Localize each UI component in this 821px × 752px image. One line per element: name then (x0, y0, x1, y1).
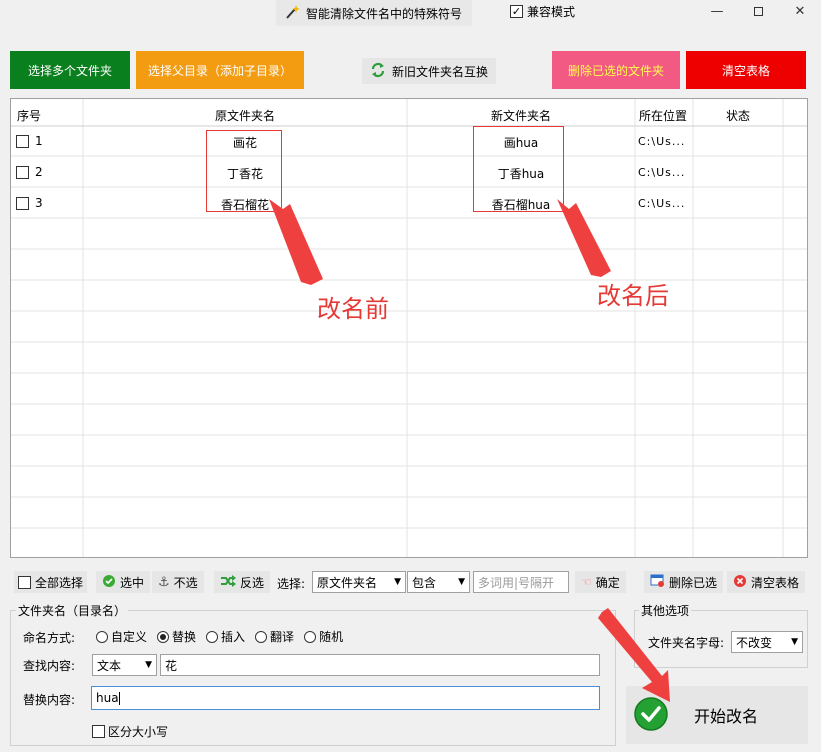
mode-radio-random[interactable]: 随机 (304, 628, 343, 645)
select-parent-button[interactable]: 选择父目录（添加子目录） (136, 51, 304, 89)
match-select-value: 包含 (412, 575, 437, 590)
mode-radio-insert[interactable]: 插入 (206, 628, 245, 645)
radio-icon (96, 630, 108, 643)
mode-label: 命名方式: (23, 631, 76, 645)
compat-mode-checkbox[interactable]: ✓ 兼容模式 (510, 3, 575, 20)
find-label: 查找内容: (23, 659, 76, 673)
before-rename-annotation: 改名前 (317, 295, 389, 323)
select-all-checkbox[interactable]: 全部选择 (14, 570, 88, 594)
shuffle-icon (220, 574, 236, 591)
checkbox-icon (18, 575, 31, 589)
uncheck-label: 不选 (173, 575, 198, 590)
letter-case-select[interactable]: 不改变 ▼ (731, 631, 803, 653)
uncheck-button[interactable]: ⚓ 不选 (152, 570, 204, 594)
case-sensitive-label: 区分大小写 (108, 725, 169, 739)
text-cursor (118, 691, 120, 705)
field-select-value: 原文件夹名 (317, 575, 378, 590)
mode-radio-label: 插入 (221, 630, 246, 644)
replace-label: 替换内容: (23, 693, 76, 707)
find-type-select[interactable]: 文本 ▼ (92, 654, 157, 676)
clear-table-label: 清空表格 (751, 575, 800, 590)
check-circle-icon (102, 574, 116, 591)
radio-icon (304, 630, 317, 643)
clear-table-top-button[interactable]: 清空表格 (686, 51, 806, 89)
field-select[interactable]: 原文件夹名 ▼ (312, 571, 406, 593)
mode-radio-custom[interactable]: 自定义 (96, 628, 147, 645)
refresh-icon (370, 62, 386, 81)
annotation-arrows (269, 199, 611, 285)
replace-input[interactable]: hua (91, 686, 600, 710)
start-rename-label: 开始改名 (694, 707, 759, 726)
checkbox-icon (92, 725, 105, 738)
invert-selection-button[interactable]: 反选 (214, 570, 271, 594)
clear-table-button[interactable]: 清空表格 (727, 570, 806, 594)
delete-selected-label: 删除已选 (669, 575, 718, 590)
mode-radio-label: 翻译 (270, 630, 295, 644)
check-button[interactable]: 选中 (96, 570, 151, 594)
replace-input-value: hua (96, 691, 119, 705)
radio-selected-icon (157, 630, 170, 643)
mode-radio-replace[interactable]: 替换 (157, 628, 196, 645)
letter-case-value: 不改变 (736, 635, 773, 650)
confirm-button[interactable]: ☜ 确定 (575, 570, 626, 594)
radio-icon (206, 630, 219, 643)
mode-radio-label: 随机 (319, 630, 344, 644)
start-button-arrow (598, 608, 670, 702)
select-all-label: 全部选择 (35, 575, 84, 590)
find-type-value: 文本 (97, 658, 122, 673)
app-title: 智能清除文件名中的特殊符号 (306, 6, 463, 21)
app-title-button[interactable]: 智能清除文件名中的特殊符号 (276, 0, 472, 26)
keyword-input-placeholder: 多词用|号隔开 (478, 575, 555, 590)
minimize-button[interactable]: — (702, 0, 732, 22)
rename-group-title: 文件夹名（目录名） (16, 602, 129, 619)
minimize-icon: — (710, 3, 724, 19)
delete-selected-button[interactable]: 删除已选 (644, 570, 724, 594)
case-sensitive-checkbox[interactable]: 区分大小写 (92, 723, 168, 740)
maximize-button[interactable] (743, 0, 773, 22)
maximize-icon (753, 6, 763, 16)
keyword-input[interactable]: 多词用|号隔开 (473, 571, 569, 593)
chevron-down-icon: ▼ (145, 660, 152, 670)
mode-radio-translate[interactable]: 翻译 (255, 628, 294, 645)
after-rename-annotation: 改名后 (597, 282, 669, 310)
anchor-icon: ⚓ (158, 574, 170, 590)
choose-label: 选择: (277, 577, 306, 591)
select-folders-button[interactable]: 选择多个文件夹 (10, 51, 130, 89)
confirm-label: 确定 (595, 575, 620, 590)
match-select[interactable]: 包含 ▼ (407, 571, 470, 593)
mode-radio-group: 自定义 替换 插入 翻译 随机 (96, 628, 343, 645)
close-icon: ✕ (794, 3, 806, 19)
close-window-button[interactable]: ✕ (785, 0, 815, 22)
chevron-down-icon: ▼ (394, 577, 401, 587)
close-circle-icon (733, 574, 747, 591)
checkbox-checked-icon: ✓ (510, 5, 523, 18)
swap-names-button[interactable]: 新旧文件夹名互换 (362, 58, 496, 84)
folder-table: 序号 原文件夹名 新文件夹名 所在位置 状态 1 画花 画hua C:\Us..… (10, 98, 808, 558)
mode-radio-label: 替换 (172, 630, 197, 644)
delete-selected-folders-button[interactable]: 删除已选的文件夹 (552, 51, 680, 89)
hand-icon: ☜ (581, 575, 592, 589)
find-input-value: 花 (165, 658, 178, 673)
compat-mode-label: 兼容模式 (527, 5, 576, 19)
chevron-down-icon: ▼ (458, 577, 465, 587)
window-delete-icon (650, 574, 665, 590)
chevron-down-icon: ▼ (791, 637, 798, 647)
radio-icon (255, 630, 268, 643)
mode-radio-label: 自定义 (111, 630, 148, 644)
invert-label: 反选 (240, 575, 265, 590)
check-label: 选中 (120, 575, 145, 590)
magic-wand-icon (284, 4, 300, 23)
find-input[interactable]: 花 (160, 654, 600, 676)
swap-names-label: 新旧文件夹名互换 (391, 64, 488, 79)
